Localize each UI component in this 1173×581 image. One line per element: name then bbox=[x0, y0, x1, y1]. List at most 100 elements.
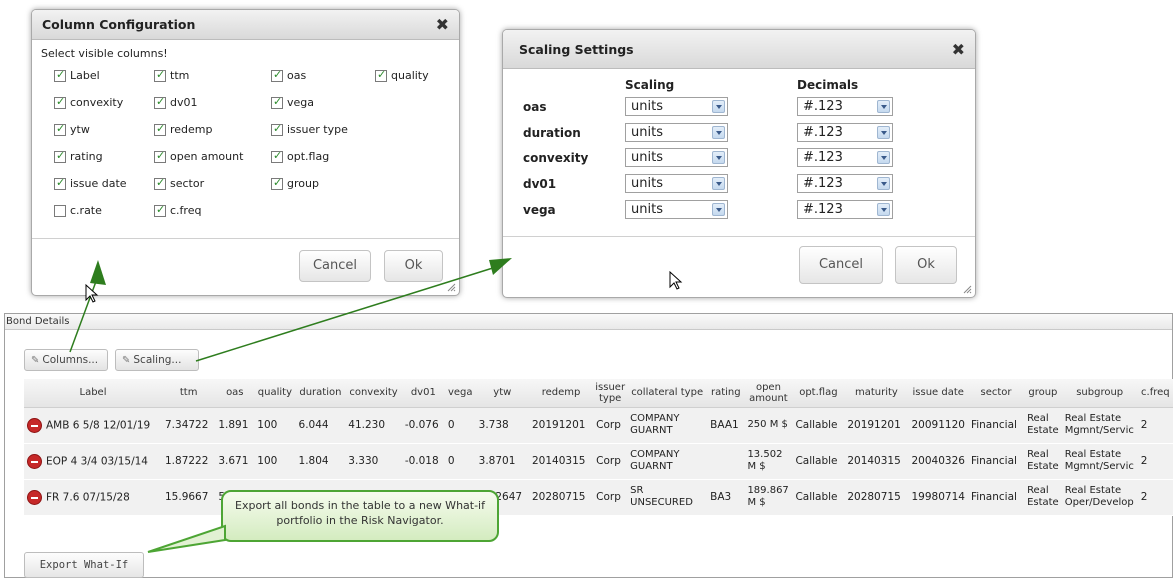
table-cell: 20191201 bbox=[844, 407, 909, 444]
column-header[interactable]: maturity bbox=[844, 379, 909, 408]
checkbox-issue-date[interactable]: issue date bbox=[54, 176, 127, 190]
checkbox-group[interactable]: group bbox=[271, 176, 319, 190]
export-what-if-button[interactable]: Export What-If bbox=[24, 552, 144, 578]
column-header[interactable]: Label bbox=[24, 379, 162, 408]
decimals-select-oas[interactable]: #.123 bbox=[797, 97, 893, 116]
column-header[interactable]: rating bbox=[707, 379, 745, 408]
checkbox-c-freq[interactable]: c.freq bbox=[154, 203, 201, 217]
decimals-select-duration[interactable]: #.123 bbox=[797, 123, 893, 142]
checkbox[interactable] bbox=[271, 122, 283, 136]
checkbox[interactable] bbox=[154, 122, 166, 136]
checkbox-oas[interactable]: oas bbox=[271, 68, 306, 82]
table-row[interactable]: FR 7.6 07/15/28 15.9667 5.606 100 9.279 … bbox=[24, 479, 1173, 516]
ok-button[interactable]: Ok bbox=[384, 250, 443, 282]
checkbox-quality[interactable]: quality bbox=[375, 68, 429, 82]
checkbox-vega[interactable]: vega bbox=[271, 95, 314, 109]
column-header[interactable]: quality bbox=[254, 379, 296, 408]
chevron-down-icon[interactable] bbox=[877, 100, 890, 113]
column-header[interactable]: ytw bbox=[475, 379, 529, 408]
chevron-down-icon[interactable] bbox=[712, 177, 725, 190]
columns-button[interactable]: ✎ Columns... bbox=[24, 349, 108, 371]
checkbox-opt-flag[interactable]: opt.flag bbox=[271, 149, 329, 163]
resize-grip-icon[interactable] bbox=[962, 284, 972, 294]
chevron-down-icon[interactable] bbox=[877, 151, 890, 164]
scaling-select-convexity[interactable]: units bbox=[625, 148, 728, 167]
checkbox-sector[interactable]: sector bbox=[154, 176, 204, 190]
ok-button[interactable]: Ok bbox=[895, 246, 957, 284]
column-header[interactable]: duration bbox=[295, 379, 346, 408]
table-row[interactable]: EOP 4 3/4 03/15/14 1.87222 3.671 100 1.8… bbox=[24, 443, 1173, 480]
column-header[interactable]: redemp bbox=[528, 379, 594, 408]
column-header[interactable]: group bbox=[1024, 379, 1062, 408]
column-header[interactable]: c.freq bbox=[1137, 379, 1173, 408]
table-cell bbox=[707, 443, 745, 480]
column-header[interactable]: oas bbox=[215, 379, 255, 408]
column-header[interactable]: vega bbox=[444, 379, 476, 408]
chevron-down-icon[interactable] bbox=[877, 203, 890, 216]
column-header[interactable]: convexity bbox=[345, 379, 402, 408]
checkbox-dv01[interactable]: dv01 bbox=[154, 95, 198, 109]
checkbox[interactable] bbox=[54, 95, 66, 109]
checkbox[interactable] bbox=[54, 68, 66, 82]
column-header[interactable]: sector bbox=[967, 379, 1025, 408]
column-header[interactable]: issue date bbox=[908, 379, 968, 408]
checkbox[interactable] bbox=[54, 176, 66, 190]
close-icon[interactable]: ✖ bbox=[436, 10, 449, 40]
chevron-down-icon[interactable] bbox=[877, 126, 890, 139]
scaling-button[interactable]: ✎ Scaling... bbox=[115, 349, 199, 371]
column-header[interactable]: opt.flag bbox=[792, 379, 845, 408]
checkbox[interactable] bbox=[271, 176, 283, 190]
checkbox-open-amount[interactable]: open amount bbox=[154, 149, 243, 163]
remove-row-icon[interactable] bbox=[27, 489, 42, 505]
checkbox-issuer-type[interactable]: issuer type bbox=[271, 122, 348, 136]
chevron-down-icon[interactable] bbox=[712, 100, 725, 113]
table-cell: Real Estate Mgmnt/Servic bbox=[1061, 407, 1138, 444]
checkbox-label[interactable]: Label bbox=[54, 68, 100, 82]
chevron-down-icon[interactable] bbox=[712, 203, 725, 216]
checkbox[interactable] bbox=[54, 149, 66, 163]
checkbox[interactable] bbox=[271, 149, 283, 163]
checkbox[interactable] bbox=[154, 95, 166, 109]
table-row[interactable]: AMB 6 5/8 12/01/19 7.34722 1.891 100 6.0… bbox=[24, 407, 1173, 444]
decimals-select-vega[interactable]: #.123 bbox=[797, 200, 893, 219]
checkbox[interactable] bbox=[154, 68, 166, 82]
checkbox[interactable] bbox=[54, 122, 66, 136]
column-header[interactable]: dv01 bbox=[401, 379, 445, 408]
cancel-button[interactable]: Cancel bbox=[299, 250, 371, 282]
checkbox-convexity[interactable]: convexity bbox=[54, 95, 123, 109]
checkbox[interactable] bbox=[271, 95, 283, 109]
remove-row-icon[interactable] bbox=[27, 417, 42, 433]
close-icon[interactable]: ✖ bbox=[952, 30, 965, 69]
checkbox-rating[interactable]: rating bbox=[54, 149, 103, 163]
cancel-button[interactable]: Cancel bbox=[799, 246, 883, 284]
checkbox-redemp[interactable]: redemp bbox=[154, 122, 213, 136]
chevron-down-icon[interactable] bbox=[712, 126, 725, 139]
scaling-select-duration[interactable]: units bbox=[625, 123, 728, 142]
select-value: #.123 bbox=[803, 99, 843, 114]
select-value: units bbox=[631, 150, 663, 165]
decimals-select-dv01[interactable]: #.123 bbox=[797, 174, 893, 193]
checkbox[interactable] bbox=[271, 68, 283, 82]
checkbox-ttm[interactable]: ttm bbox=[154, 68, 189, 82]
chevron-down-icon[interactable] bbox=[712, 151, 725, 164]
remove-row-icon[interactable] bbox=[27, 453, 42, 469]
column-header[interactable]: subgroup bbox=[1061, 379, 1138, 408]
scaling-select-oas[interactable]: units bbox=[625, 97, 728, 116]
scaling-select-vega[interactable]: units bbox=[625, 200, 728, 219]
checkbox[interactable] bbox=[375, 68, 387, 82]
checkbox[interactable] bbox=[154, 176, 166, 190]
checkbox-c-rate[interactable]: c.rate bbox=[54, 204, 102, 217]
column-header[interactable]: issuer type bbox=[593, 379, 628, 408]
column-header[interactable]: ttm bbox=[162, 379, 216, 408]
column-header[interactable]: collateral type bbox=[627, 379, 708, 408]
resize-grip-icon[interactable] bbox=[446, 282, 456, 292]
checkbox[interactable] bbox=[154, 149, 166, 163]
decimals-select-convexity[interactable]: #.123 bbox=[797, 148, 893, 167]
chevron-down-icon[interactable] bbox=[877, 177, 890, 190]
select-value: units bbox=[631, 125, 663, 140]
checkbox[interactable] bbox=[154, 203, 166, 217]
column-header[interactable]: open amount bbox=[744, 379, 793, 408]
checkbox[interactable] bbox=[54, 204, 66, 217]
checkbox-ytw[interactable]: ytw bbox=[54, 122, 90, 136]
scaling-select-dv01[interactable]: units bbox=[625, 174, 728, 193]
